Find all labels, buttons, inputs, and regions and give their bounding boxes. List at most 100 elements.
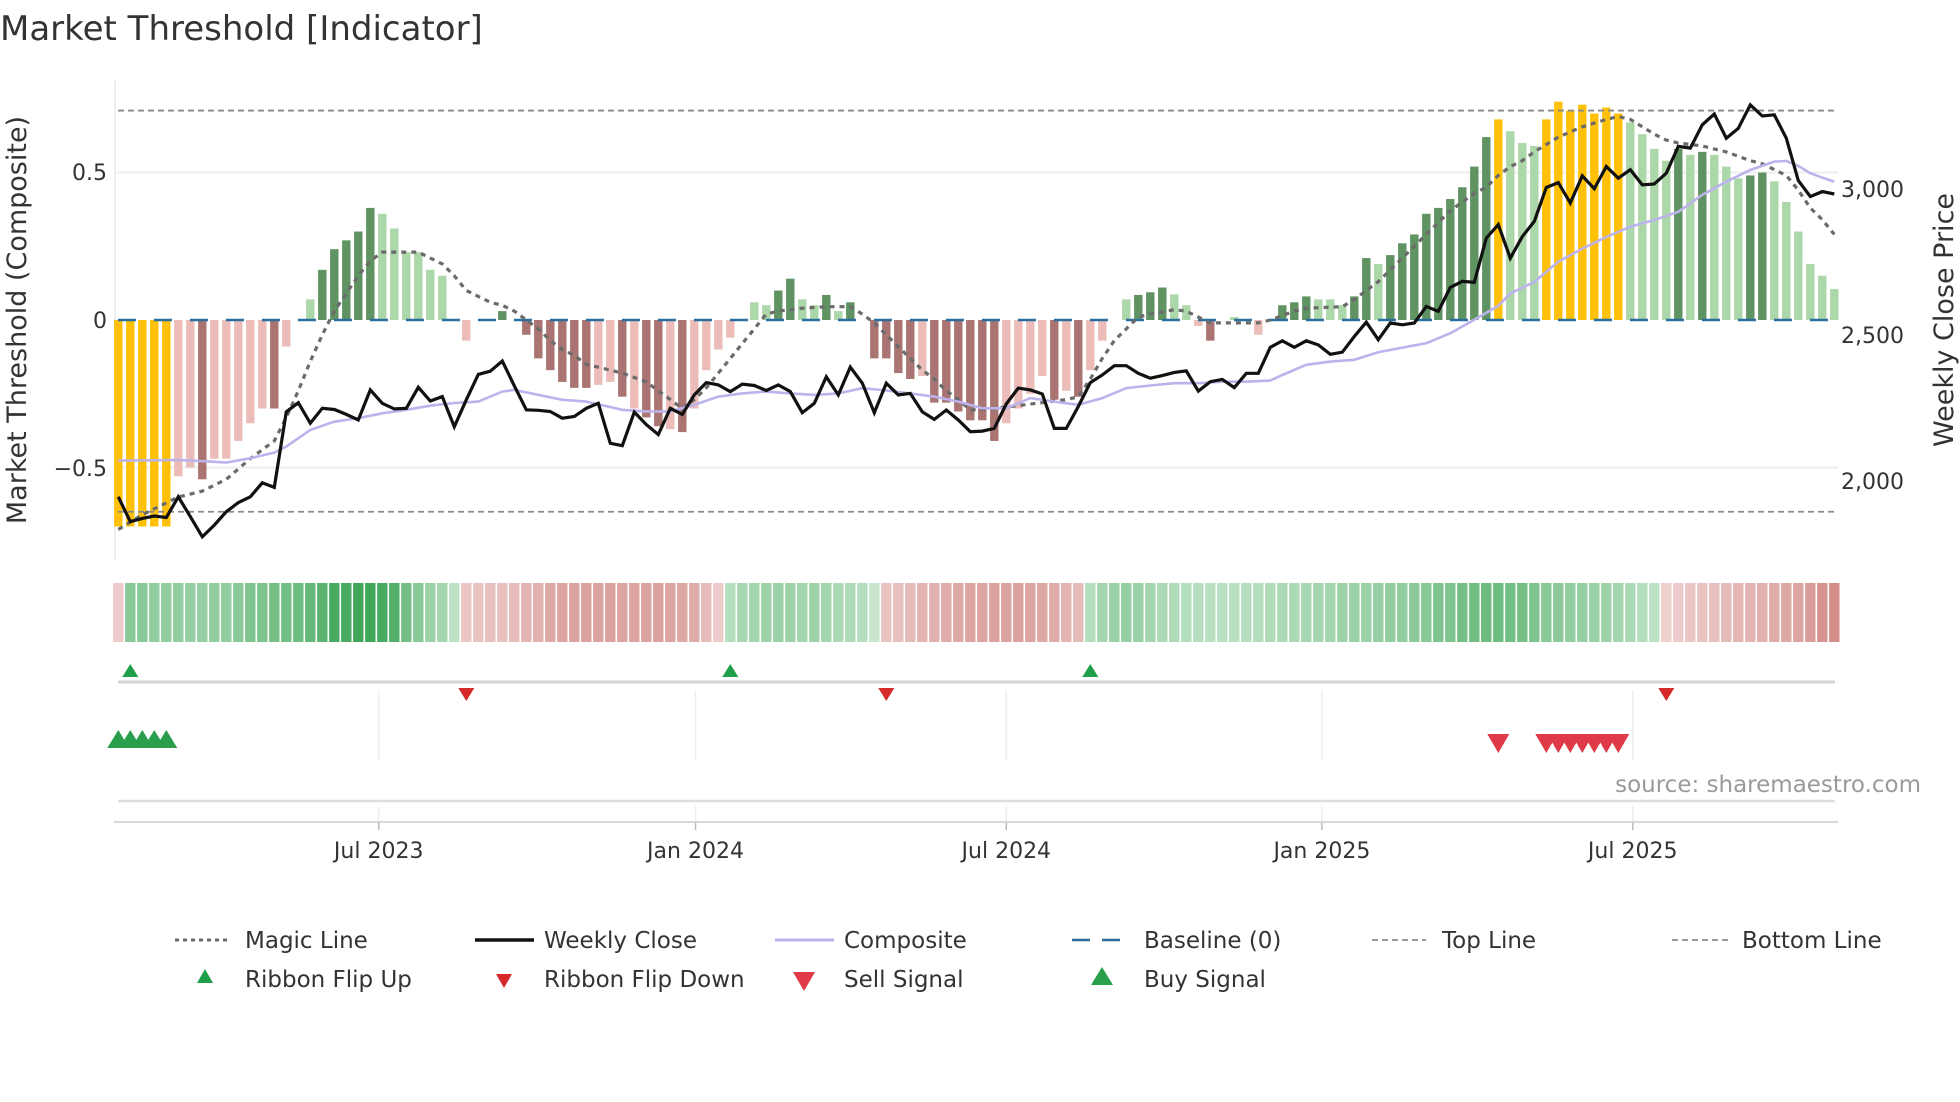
ribbon-segment [1661,583,1672,642]
ribbon-segment [1361,583,1372,642]
x-tick-label: Jul 2025 [1586,839,1678,864]
ribbon-segment [929,583,940,642]
ribbon-segment [1001,583,1012,642]
ribbon-segment [1673,583,1684,642]
composite-bar [978,320,987,421]
ribbon-segment [1697,583,1708,642]
ribbon-segment [485,583,496,642]
composite-bar [1026,320,1035,394]
ribbon-segment [1685,583,1696,642]
ribbon-flip-up-marker [1082,664,1099,677]
composite-bar [1614,113,1623,320]
legend-item-bottom-line: Bottom Line [1672,928,1882,954]
ribbon-segment [701,583,712,642]
composite-bar [1674,148,1683,320]
legend-item-magic-line: Magic Line [175,928,368,954]
composite-bar [1122,299,1131,320]
ribbon-segment [257,583,268,642]
composite-bar [1386,255,1395,320]
ribbon-segment [1373,583,1384,642]
composite-bar [1494,119,1503,321]
composite-bar [702,320,711,371]
ribbon-segment [1025,583,1036,642]
ribbon-segment [317,583,328,642]
ribbon-segment [869,583,880,642]
x-tick-label: Jul 2024 [960,839,1052,864]
ribbon-segment [365,583,376,642]
ribbon-segment [1421,583,1432,642]
composite-bar [246,320,255,424]
composite-bar [1314,299,1323,320]
ribbon-segment [413,583,424,642]
composite-bar [1770,181,1779,320]
legend-item-sell-signal: Sell Signal [793,967,964,993]
ribbon-segment [1565,583,1576,642]
legend-label: Ribbon Flip Down [544,967,745,993]
ribbon-segment [1217,583,1228,642]
ribbon-segment [557,583,568,642]
ribbon-segment [653,583,664,642]
ribbon-segment [1049,583,1060,642]
ribbon-segment [713,583,724,642]
triangle-up-icon [1091,967,1113,985]
ribbon-segment [1805,583,1816,642]
composite-bar [354,231,363,320]
composite-bar [1170,294,1179,320]
composite-bar [774,290,783,320]
legend-label: Sell Signal [844,967,964,993]
ribbon-segment [1817,583,1828,642]
composite-bar [174,320,183,477]
composite-bar [126,320,135,527]
ribbon-segment [137,583,148,642]
composite-bar [342,240,351,320]
legend-item-buy-signal: Buy Signal [1091,967,1266,993]
ribbon-segment [125,583,136,642]
composite-bar [1542,119,1551,321]
composite-bar [1710,154,1719,320]
composite-bar [234,320,243,441]
ribbon-segment [725,583,736,642]
ribbon-segment [1085,583,1096,642]
ribbon-segment [1289,583,1300,642]
ribbon-segment [1553,583,1564,642]
ribbon-segment [1637,583,1648,642]
triangle-down-icon [496,974,512,988]
composite-bar [1566,110,1575,320]
ribbon-segment [809,583,820,642]
ribbon-segment [1541,583,1552,642]
ribbon-segment [953,583,964,642]
legend-item-ribbon-flip-down: Ribbon Flip Down [496,967,745,993]
composite-bar [1422,213,1431,320]
ribbon-segment [1505,583,1516,642]
ribbon-segment [737,583,748,642]
right-axis-label: Weekly Close Price [1929,193,1960,447]
composite-bar [1794,231,1803,320]
composite-bar [930,320,939,403]
ribbon-segment [1121,583,1132,642]
ribbon-segment [1169,583,1180,642]
composite-bar [1782,202,1791,320]
ribbon-segment [1157,583,1168,642]
composite-bar [1602,107,1611,320]
ribbon-segment [1313,583,1324,642]
composite-bar [378,213,387,320]
ribbon-segment [917,583,928,642]
ribbon-flip-up-marker [722,664,739,677]
ribbon-segment [161,583,172,642]
ribbon-segment [1517,583,1528,642]
ribbon-segment [497,583,508,642]
ribbon-segment [1493,583,1504,642]
ribbon-segment [1349,583,1360,642]
composite-bar [498,311,507,320]
ribbon-segment [1721,583,1732,642]
composite-bar [198,320,207,480]
composite-bar [618,320,627,397]
ribbon-segment [293,583,304,642]
ribbon-segment [797,583,808,642]
ribbon-segment [773,583,784,642]
ribbon-segment [1793,583,1804,642]
ribbon-segment [281,583,292,642]
composite-bar [1746,175,1755,320]
composite-bar [1014,320,1023,409]
market-threshold-chart: Market Threshold [Indicator] 0.5 0 −0.5 … [0,9,1960,993]
